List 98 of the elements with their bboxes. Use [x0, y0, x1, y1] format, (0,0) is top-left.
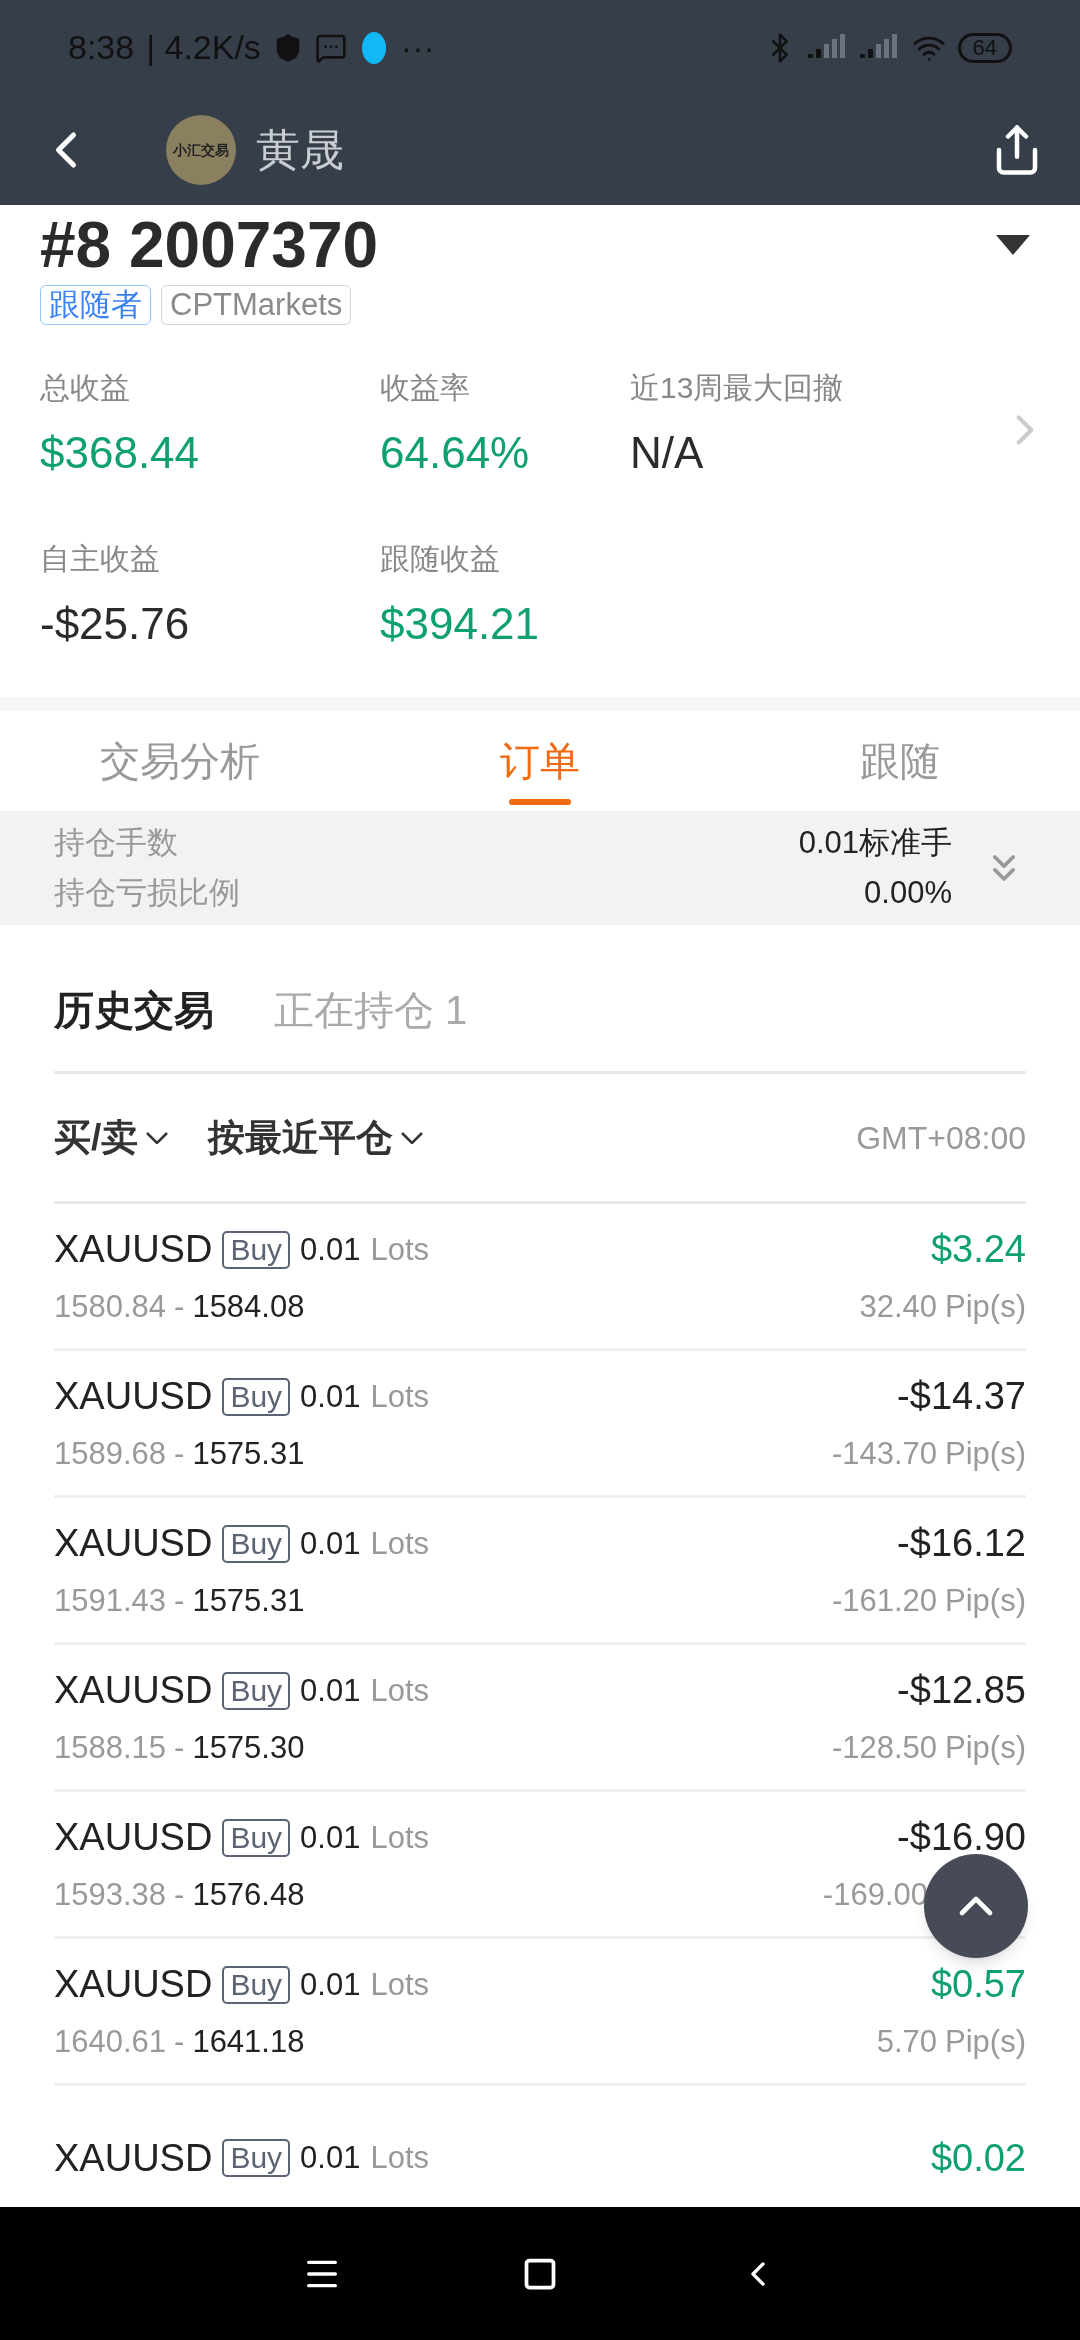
- stat-label: 总收益: [40, 370, 130, 406]
- stat-value: $394.21: [380, 598, 540, 650]
- order-symbol: XAUUSD: [54, 1668, 213, 1714]
- price-separator: -: [174, 1729, 185, 1768]
- order-profit: $3.24: [930, 1227, 1026, 1273]
- summary-value: 0.01标准手: [798, 823, 952, 862]
- order-profit: -$14.37: [897, 1374, 1026, 1420]
- lots-unit: Lots: [370, 1671, 430, 1710]
- stat-label: 跟随收益: [380, 541, 500, 577]
- side-badge: Buy: [222, 1965, 291, 2004]
- side-badge: Buy: [222, 2139, 291, 2177]
- open-price: 1640.61: [54, 2023, 167, 2062]
- pips-unit: Pip(s): [945, 1435, 1026, 1474]
- stat-label: 自主收益: [40, 541, 160, 577]
- pips-unit: Pip(s): [945, 1729, 1026, 1768]
- summary-value: 0.00%: [864, 874, 952, 912]
- order-symbol: XAUUSD: [54, 1227, 213, 1273]
- open-price: 1593.38: [54, 1876, 167, 1915]
- order-lots: 0.01: [300, 1671, 361, 1710]
- order-symbol: XAUUSD: [54, 1374, 213, 1420]
- trader-name: 黄晟: [256, 124, 344, 176]
- order-lots: 0.01: [300, 1230, 361, 1269]
- side-badge: Buy: [222, 1818, 291, 1857]
- tab-indicator: [509, 799, 571, 805]
- lots-unit: Lots: [370, 1230, 430, 1269]
- order-lots: 0.01: [300, 1377, 361, 1416]
- summary-label: 持仓手数: [54, 823, 178, 862]
- pips-unit: Pip(s): [945, 1582, 1026, 1621]
- summary-label: 持仓亏损比例: [54, 874, 240, 912]
- price-separator: -: [174, 1435, 185, 1474]
- dropdown-icon[interactable]: [996, 235, 1030, 255]
- stat-label: 收益率: [380, 370, 470, 406]
- price-separator: -: [174, 1876, 185, 1915]
- tab[interactable]: 订单: [360, 711, 720, 811]
- price-separator: -: [174, 2023, 185, 2062]
- chevron-down-icon: [146, 1131, 169, 1144]
- open-price: 1588.15: [54, 1729, 167, 1768]
- filter-dropdown[interactable]: 按最近平仓: [208, 1109, 424, 1166]
- close-price: 1575.31: [192, 1582, 305, 1621]
- stat-value: N/A: [630, 427, 704, 479]
- open-price: 1580.84: [54, 1288, 167, 1327]
- order-pips: -143.70: [831, 1435, 938, 1474]
- account-tag: 跟随者: [40, 285, 151, 325]
- chevron-down-icon: [401, 1131, 424, 1144]
- lots-unit: Lots: [370, 1818, 430, 1857]
- order-profit: -$12.85: [897, 1668, 1026, 1714]
- stat-value: 64.64%: [380, 427, 530, 479]
- order-symbol: XAUUSD: [54, 2135, 213, 2181]
- side-badge: Buy: [222, 1230, 291, 1269]
- order-symbol: XAUUSD: [54, 1962, 213, 2008]
- account-tag: CPTMarkets: [161, 285, 352, 325]
- battery-indicator: 64: [957, 32, 1012, 63]
- lots-unit: Lots: [370, 2138, 430, 2177]
- order-pips: -128.50: [831, 1729, 938, 1768]
- close-price: 1575.31: [192, 1435, 305, 1474]
- pips-unit: Pip(s): [945, 2023, 1026, 2062]
- subtab[interactable]: 正在持仓 1: [274, 980, 468, 1040]
- side-badge: Buy: [222, 1671, 291, 1710]
- pips-unit: Pip(s): [945, 1288, 1026, 1327]
- order-profit: $0.57: [930, 1962, 1026, 2008]
- status-time: 8:38: [68, 27, 135, 68]
- price-separator: -: [174, 1582, 185, 1621]
- stat-label: 近13周最大回撤: [630, 370, 844, 406]
- subtab[interactable]: 历史交易: [54, 980, 214, 1040]
- avatar: 小汇交易: [166, 115, 236, 185]
- close-price: 1575.30: [192, 1729, 305, 1768]
- lots-unit: Lots: [370, 1524, 430, 1563]
- timezone-label: GMT+08:00: [856, 1118, 1026, 1158]
- order-symbol: XAUUSD: [54, 1521, 213, 1567]
- tab[interactable]: 交易分析: [0, 711, 360, 811]
- close-price: 1641.18: [192, 2023, 305, 2062]
- filter-dropdown[interactable]: 买/卖: [54, 1109, 169, 1166]
- order-pips: -161.20: [831, 1582, 938, 1621]
- tab[interactable]: 跟随: [720, 711, 1080, 811]
- order-symbol: XAUUSD: [54, 1815, 213, 1861]
- order-lots: 0.01: [300, 1965, 361, 2004]
- lots-unit: Lots: [370, 1965, 430, 2004]
- close-price: 1576.48: [192, 1876, 305, 1915]
- network-speed: | 4.2K/s: [146, 27, 261, 68]
- order-lots: 0.01: [300, 1818, 361, 1857]
- price-separator: -: [174, 1288, 185, 1327]
- order-pips: 32.40: [859, 1288, 938, 1327]
- stat-value: $368.44: [40, 427, 200, 479]
- open-price: 1589.68: [54, 1435, 167, 1474]
- more-notifications: ···: [400, 27, 435, 68]
- account-title: #8 2007370: [40, 208, 379, 283]
- order-profit: -$16.90: [897, 1815, 1026, 1861]
- close-price: 1584.08: [192, 1288, 305, 1327]
- order-profit: $0.02: [930, 2135, 1026, 2181]
- side-badge: Buy: [222, 1377, 291, 1416]
- open-price: 1591.43: [54, 1582, 167, 1621]
- order-lots: 0.01: [300, 1524, 361, 1563]
- order-pips: 5.70: [876, 2023, 938, 2062]
- order-profit: -$16.12: [897, 1521, 1026, 1567]
- side-badge: Buy: [222, 1524, 291, 1563]
- lots-unit: Lots: [370, 1377, 430, 1416]
- order-lots: 0.01: [300, 2138, 361, 2177]
- stat-value: -$25.76: [40, 598, 190, 650]
